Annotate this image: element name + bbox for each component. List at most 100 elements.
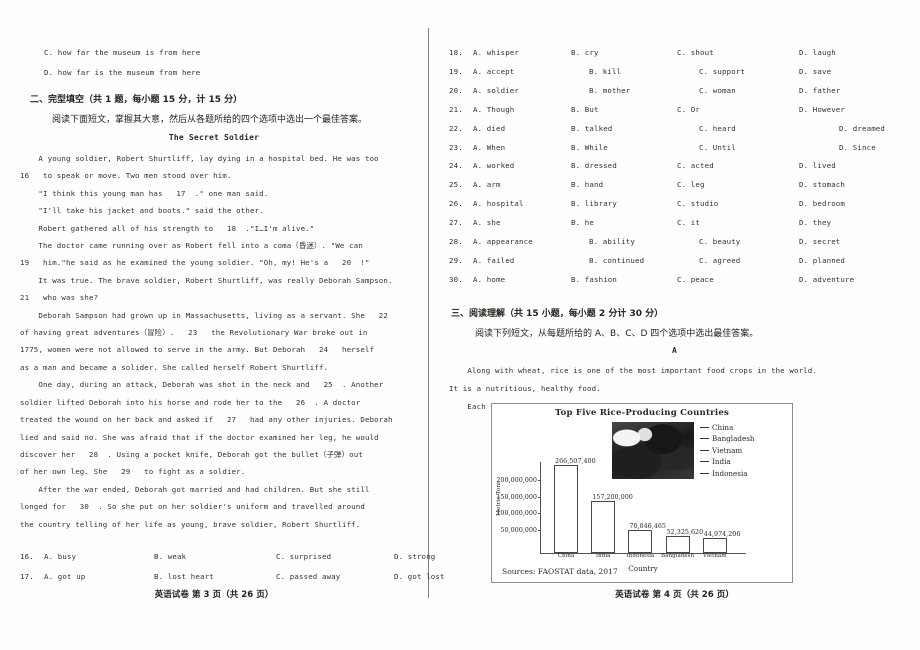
option-b[interactable]: B. fashion <box>571 271 617 288</box>
passage-line: treated the wound on her back and asked … <box>20 415 393 425</box>
option-b[interactable]: B. mother <box>589 82 630 99</box>
option-c[interactable]: C. it <box>677 214 700 231</box>
option-b[interactable]: B. hand <box>571 176 603 193</box>
option-c[interactable]: C. beauty <box>699 233 740 250</box>
option-b[interactable]: B. lost heart <box>154 568 214 585</box>
passage-line: longed for 30 . So she put on her soldie… <box>20 502 365 512</box>
bar-value-label: 52,325,620 <box>666 527 704 536</box>
chart-legend: China Bangladesh Vietnam India Indonesia <box>700 422 790 479</box>
option-d[interactable]: D. planned <box>799 252 845 269</box>
option-b[interactable]: B. kill <box>589 63 621 80</box>
passage-title: The Secret Soldier <box>168 133 260 142</box>
option-c[interactable]: C. heard <box>699 120 736 137</box>
option-c[interactable]: C. leg <box>677 176 705 193</box>
option-d[interactable]: D. adventure <box>799 271 854 288</box>
passage-line: One day, during an attack, Deborah was s… <box>20 380 384 390</box>
option-c[interactable]: C. shout <box>677 44 714 61</box>
x-axis-category-label: India <box>595 553 611 559</box>
option-d[interactable]: D. stomach <box>799 176 845 193</box>
option-a[interactable]: A. home <box>473 271 505 288</box>
y-axis-tick-label: 50,000,000 <box>500 525 541 534</box>
legend-item: Bangladesh <box>700 433 790 444</box>
option-d[interactable]: D. they <box>799 214 831 231</box>
option-a[interactable]: A. failed <box>473 252 514 269</box>
option-d[interactable]: D. father <box>799 82 840 99</box>
section-instruction-cloze: 阅读下面短文，掌握其大意，然后从各题所给的四个选项中选出一个最佳答案。 <box>52 115 368 125</box>
option-a[interactable]: A. Though <box>473 101 514 118</box>
option-a[interactable]: A. busy <box>44 548 76 565</box>
option-b[interactable]: B. While <box>571 139 608 156</box>
x-axis-category-label: China <box>557 553 575 559</box>
chart-source-note: Sources: FAOSTAT data, 2017 <box>502 567 618 576</box>
x-axis-category-label: Indonesia <box>626 553 655 559</box>
option-d[interactable]: D. lived <box>799 157 836 174</box>
passage-line: of her own leg. She 29 to fight as a sol… <box>20 467 246 477</box>
option-a[interactable]: A. accept <box>473 63 514 80</box>
option-c[interactable]: C. studio <box>677 195 718 212</box>
rice-production-bar-chart: Top Five Rice-Producing Countries China B… <box>491 403 793 583</box>
option-c[interactable]: C. surprised <box>276 548 331 565</box>
passage-line: as a man and became a solider. She calle… <box>20 362 329 372</box>
question-row: 16. A. busy B. weak C. surprised D. strong <box>20 548 435 568</box>
chart-title: Top Five Rice-Producing Countries <box>554 408 730 418</box>
passage-line: "I think this young man has 17 ." one ma… <box>20 188 269 198</box>
question-row: 29. A. failed B. continued C. agreed D. plan… <box>449 252 919 267</box>
option-c[interactable]: C. passed away <box>276 568 340 585</box>
question-number: 23. <box>449 142 463 152</box>
option-c[interactable]: C. acted <box>677 157 714 174</box>
legend-item: Vietnam <box>700 445 790 456</box>
option-c[interactable]: C. Until <box>699 139 736 156</box>
option-a[interactable]: A. arm <box>473 176 501 193</box>
option-b[interactable]: B. continued <box>589 252 644 269</box>
option-a[interactable]: A. hospital <box>473 195 524 212</box>
passage-line: 21 who was she? <box>20 293 99 303</box>
option-c[interactable]: C. Or <box>677 101 700 118</box>
question-row: 22. A. died B. talked C. heard D. dreamed <box>449 120 919 135</box>
y-axis-tick-label: 200,000,000 <box>496 476 541 485</box>
option-a[interactable]: A. whisper <box>473 44 519 61</box>
question-number: 24. <box>449 161 463 171</box>
option-d[interactable]: D. secret <box>799 233 840 250</box>
option-a[interactable]: A. soldier <box>473 82 519 99</box>
option-a[interactable]: A. died <box>473 120 505 137</box>
option-c[interactable]: C. agreed <box>699 252 740 269</box>
page-footer-right: 英语试卷 第 4 页（共 26 页） <box>615 590 734 600</box>
passage-line: lied and said no. She was afraid that if… <box>20 432 379 442</box>
option-d[interactable]: D. save <box>799 63 831 80</box>
option-a[interactable]: A. worked <box>473 157 514 174</box>
option-d[interactable]: D. However <box>799 101 845 118</box>
question-row: 26. A. hospital B. library C. studio D. bedr… <box>449 195 919 210</box>
option-d[interactable]: D. Since <box>839 139 876 156</box>
passage-line: It is a nutritious, healthy food. <box>449 384 601 393</box>
bar-value-label: 266,507,400 <box>555 457 596 466</box>
chart-bar: 44,974,206 Vietnam <box>702 530 740 559</box>
option-a[interactable]: A. she <box>473 214 501 231</box>
option-a[interactable]: A. got up <box>44 568 85 585</box>
question-number: 30. <box>449 274 463 284</box>
option-c[interactable]: C. peace <box>677 271 714 288</box>
option-b[interactable]: B. But <box>571 101 599 118</box>
option-b[interactable]: B. weak <box>154 548 186 565</box>
question-number: 25. <box>449 180 463 190</box>
x-axis-category-label: Bangladesh <box>661 553 695 559</box>
option-b[interactable]: B. he <box>571 214 594 231</box>
option-b[interactable]: B. talked <box>571 120 612 137</box>
passage-line: 19 him."he said as he examined the young… <box>20 258 370 268</box>
world-map-inset-image <box>612 422 694 479</box>
option-c[interactable]: C. support <box>699 63 745 80</box>
option-c[interactable]: C. woman <box>699 82 736 99</box>
option-b[interactable]: B. cry <box>571 44 599 61</box>
option-b[interactable]: B. ability <box>589 233 635 250</box>
chart-bar: 157,200,000 India <box>591 493 633 559</box>
option-b[interactable]: B. dressed <box>571 157 617 174</box>
option-a[interactable]: A. appearance <box>473 233 533 250</box>
question-number: 19. <box>449 66 463 76</box>
option-d[interactable]: D. laugh <box>799 44 836 61</box>
chart-bar: 52,325,620 Bangladesh <box>661 528 703 559</box>
option-d[interactable]: D. bedroom <box>799 195 845 212</box>
passage-line: Deborah Sampson had grown up in Massachu… <box>20 310 388 320</box>
option-b[interactable]: B. library <box>571 195 617 212</box>
option-d[interactable]: D. dreamed <box>839 120 885 137</box>
option-a[interactable]: A. When <box>473 139 505 156</box>
passage-label-a: A <box>671 346 678 355</box>
